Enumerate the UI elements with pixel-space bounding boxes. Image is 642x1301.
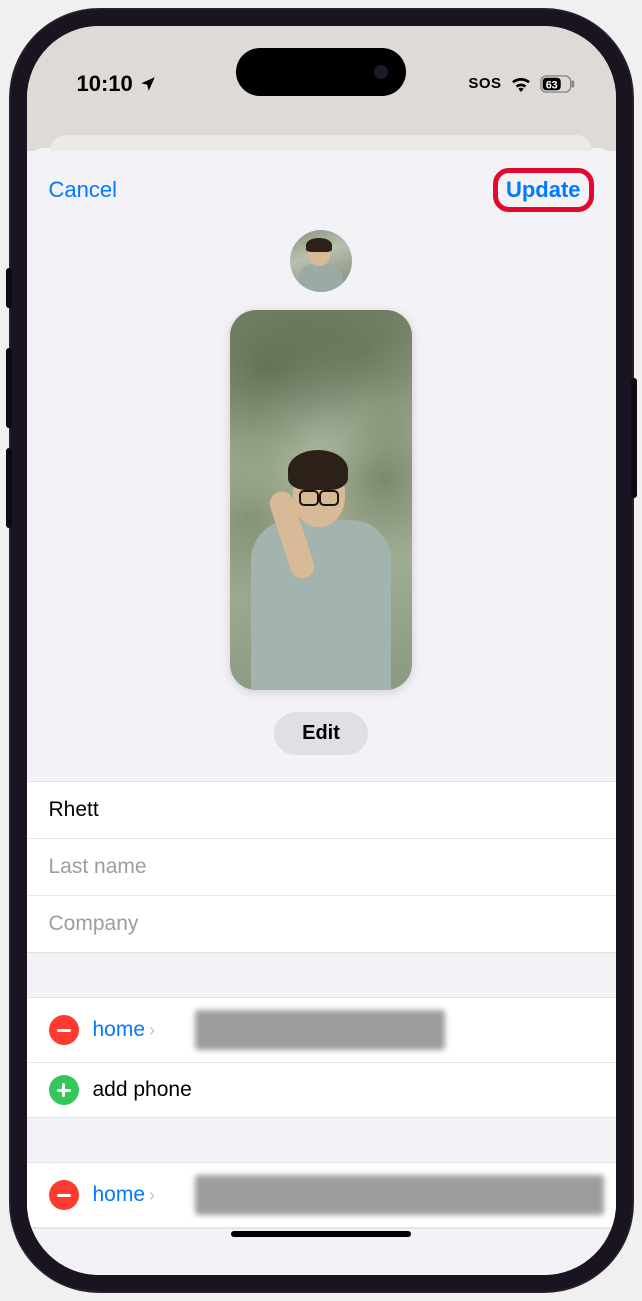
last-name-row — [27, 839, 616, 896]
wifi-icon — [510, 76, 532, 92]
edit-contact-modal: Cancel Update — [27, 148, 616, 1275]
cancel-button[interactable]: Cancel — [49, 177, 117, 203]
status-time: 10:10 — [77, 71, 133, 97]
email-label-text: home — [93, 1183, 146, 1207]
remove-phone-button[interactable] — [49, 1015, 79, 1045]
email-row-1: home › — [27, 1163, 616, 1228]
side-button-power — [631, 378, 637, 498]
phone-number-redacted[interactable] — [195, 1010, 445, 1050]
last-name-input[interactable] — [49, 855, 594, 879]
remove-email-button[interactable] — [49, 1180, 79, 1210]
email-value-redacted[interactable] — [195, 1175, 604, 1215]
side-button-vol-up — [6, 348, 12, 428]
sos-indicator: SOS — [468, 75, 501, 92]
phone-label-picker[interactable]: home › — [93, 1018, 181, 1042]
update-highlight: Update — [493, 168, 594, 212]
background-sheet-peek — [27, 121, 616, 151]
update-button[interactable]: Update — [506, 177, 581, 203]
phone-row-1: home › — [27, 998, 616, 1063]
contact-avatar-small[interactable] — [290, 230, 352, 292]
phone-label-text: home — [93, 1018, 146, 1042]
contact-poster-area: Edit — [27, 222, 616, 781]
company-input[interactable] — [49, 912, 594, 936]
email-section: home › — [27, 1162, 616, 1229]
add-phone-label: add phone — [93, 1078, 192, 1102]
email-label-picker[interactable]: home › — [93, 1183, 181, 1207]
battery-icon: 63 — [540, 75, 576, 93]
edit-poster-button[interactable]: Edit — [274, 712, 368, 755]
contact-poster[interactable] — [230, 310, 412, 690]
home-indicator[interactable] — [231, 1231, 411, 1237]
first-name-row — [27, 782, 616, 839]
side-button-vol-down — [6, 448, 12, 528]
add-phone-row[interactable]: add phone — [27, 1063, 616, 1117]
name-section — [27, 781, 616, 953]
screen: 10:10 SOS 63 — [27, 26, 616, 1275]
company-row — [27, 896, 616, 952]
iphone-frame: 10:10 SOS 63 — [9, 8, 634, 1293]
location-icon — [139, 75, 157, 93]
side-button-silence — [6, 268, 12, 308]
add-phone-button[interactable] — [49, 1075, 79, 1105]
first-name-input[interactable] — [49, 798, 594, 822]
chevron-right-icon: › — [149, 1020, 155, 1041]
chevron-right-icon: › — [149, 1185, 155, 1206]
dynamic-island — [236, 48, 406, 96]
modal-header: Cancel Update — [27, 148, 616, 222]
section-spacer — [27, 953, 616, 997]
svg-text:63: 63 — [545, 79, 557, 91]
phone-section: home › add phone — [27, 997, 616, 1118]
